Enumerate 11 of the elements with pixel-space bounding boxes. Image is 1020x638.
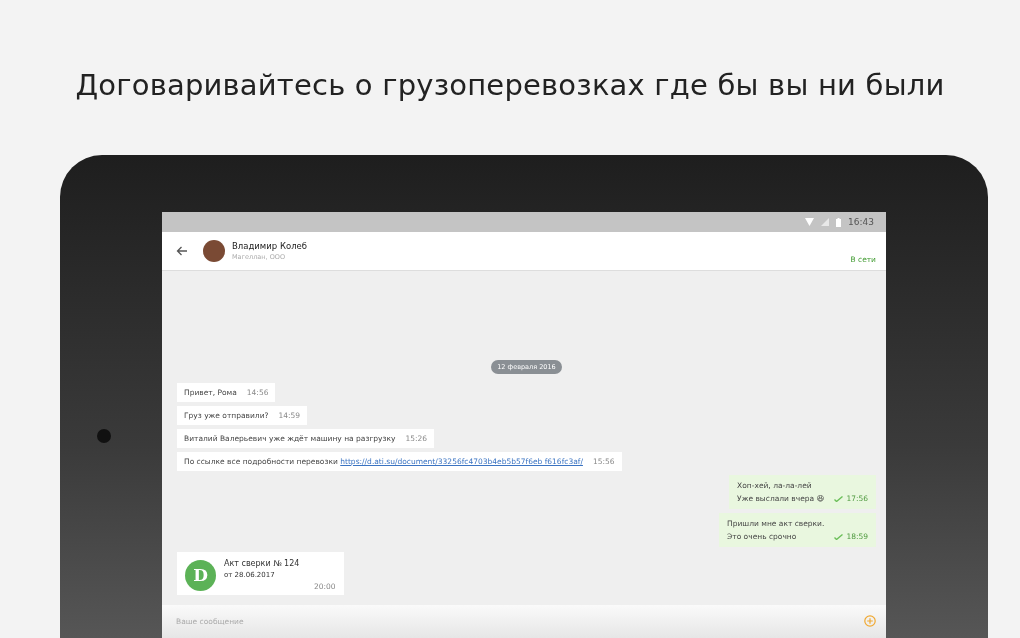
avatar[interactable] — [203, 240, 225, 262]
clock: 16:43 — [848, 217, 874, 227]
camera-dot — [97, 429, 111, 443]
wifi-icon — [805, 218, 815, 226]
document-icon: D — [185, 559, 216, 591]
battery-icon — [836, 217, 842, 227]
headline: Договаривайтесь о грузоперевозках где бы вы ни были — [75, 68, 945, 104]
contact-name: Владимир Колеб — [232, 241, 309, 251]
back-arrow-icon[interactable] — [176, 246, 188, 256]
signal-icon — [821, 218, 830, 226]
document-title: Акт сверки № 124 — [224, 559, 301, 568]
